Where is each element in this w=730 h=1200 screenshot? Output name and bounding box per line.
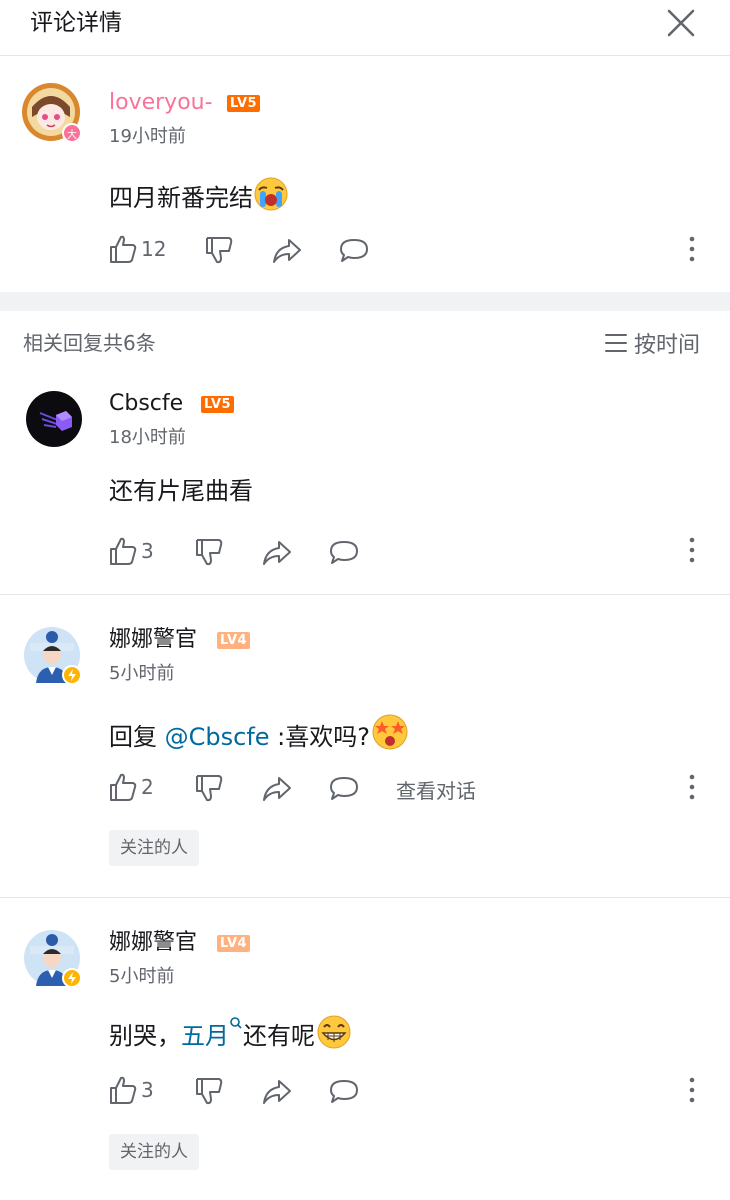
search-icon	[230, 1017, 242, 1029]
like-button[interactable]: 12	[109, 232, 166, 266]
comment-content: 四月新番完结	[109, 176, 289, 221]
header-bar: 评论详情	[0, 0, 730, 56]
reply-button[interactable]	[329, 1075, 359, 1109]
dislike-button[interactable]	[195, 772, 223, 806]
username[interactable]: 娜娜警官	[109, 626, 197, 654]
comment-bubble-icon	[330, 541, 358, 564]
share-icon	[273, 239, 301, 263]
reply-button[interactable]	[339, 234, 369, 268]
verified-badge	[62, 968, 82, 988]
level-badge: LV5	[201, 396, 235, 413]
starry-eyes-emoji-icon	[370, 713, 410, 760]
thumbs-down-icon	[196, 1078, 223, 1105]
username[interactable]: Cbscfe	[109, 390, 183, 418]
avatar[interactable]	[24, 627, 82, 685]
comment-time: 5小时前	[109, 966, 175, 987]
crying-emoji-icon	[253, 176, 289, 221]
more-vertical-icon	[689, 236, 695, 262]
keyword-text: 五月	[181, 1022, 229, 1050]
divider	[0, 897, 730, 898]
section-gap	[0, 292, 730, 311]
grin-emoji-icon	[315, 1014, 353, 1059]
lightning-icon	[68, 972, 76, 984]
reply-button[interactable]	[329, 772, 359, 806]
reply-text: :喜欢吗?	[269, 723, 370, 751]
reply-prefix: 回复	[109, 723, 165, 751]
sort-label: 按时间	[634, 333, 701, 358]
close-icon	[667, 9, 695, 37]
reply-prefix: 别哭，	[109, 1022, 181, 1050]
verified-badge	[62, 665, 82, 685]
lightning-icon	[68, 669, 76, 681]
share-button[interactable]	[262, 1075, 292, 1109]
level-badge: LV5	[227, 95, 261, 112]
reply-button[interactable]	[329, 536, 359, 570]
search-keyword-link[interactable]: 五月	[181, 1017, 243, 1050]
thumbs-up-icon	[110, 773, 137, 801]
like-count: 12	[141, 237, 167, 261]
comment-bubble-icon	[330, 777, 358, 800]
more-vertical-icon	[689, 537, 695, 563]
comment-text: 四月新番完结	[109, 184, 253, 212]
view-conversation-link[interactable]: 查看对话	[396, 772, 476, 806]
share-button[interactable]	[262, 772, 292, 806]
share-button[interactable]	[272, 234, 302, 268]
like-count: 3	[141, 539, 154, 563]
avatar[interactable]	[24, 930, 82, 988]
more-options-button[interactable]	[682, 772, 702, 802]
reply-count-label: 相关回复共6条	[23, 331, 156, 355]
level-badge: LV4	[217, 632, 251, 649]
like-button[interactable]: 3	[109, 534, 154, 568]
dislike-button[interactable]	[195, 1075, 223, 1109]
level-badge: LV4	[217, 935, 251, 952]
share-icon	[263, 1080, 291, 1104]
close-button[interactable]	[664, 6, 698, 40]
comment-time: 5小时前	[109, 663, 175, 684]
thumbs-down-icon	[196, 539, 223, 566]
comment-content: 还有片尾曲看	[109, 477, 253, 505]
divider	[0, 594, 730, 595]
share-icon	[263, 777, 291, 801]
share-button[interactable]	[262, 536, 292, 570]
comment-content: 别哭，五月 还有呢	[109, 1014, 353, 1059]
more-options-button[interactable]	[682, 234, 702, 264]
more-vertical-icon	[689, 774, 695, 800]
more-options-button[interactable]	[682, 1075, 702, 1105]
like-count: 2	[141, 775, 154, 799]
dislike-button[interactable]	[195, 536, 223, 570]
share-icon	[263, 541, 291, 565]
comment-time: 19小时前	[109, 126, 186, 147]
like-button[interactable]: 2	[109, 770, 154, 804]
username[interactable]: 娜娜警官	[109, 929, 197, 957]
following-tag: 关注的人	[109, 1134, 199, 1170]
avatar[interactable]: 大	[22, 83, 82, 143]
username[interactable]: loveryou-	[109, 89, 213, 117]
dislike-button[interactable]	[205, 234, 233, 268]
like-count: 3	[141, 1078, 154, 1102]
more-options-button[interactable]	[682, 535, 702, 565]
page-title: 评论详情	[30, 10, 122, 36]
comment-time: 18小时前	[109, 427, 186, 448]
comment-bubble-icon	[330, 1080, 358, 1103]
thumbs-down-icon	[206, 237, 233, 264]
comment-content: 回复 @Cbscfe :喜欢吗?	[109, 713, 410, 760]
avatar[interactable]	[26, 391, 82, 447]
like-button[interactable]: 3	[109, 1073, 154, 1107]
thumbs-up-icon	[110, 235, 137, 263]
thumbs-up-icon	[110, 1076, 137, 1104]
sort-lines-icon	[605, 334, 627, 352]
avatar-badge: 大	[62, 123, 82, 143]
comment-bubble-icon	[340, 239, 368, 262]
reply-text: 还有呢	[243, 1022, 315, 1050]
sort-button[interactable]: 按时间	[604, 328, 700, 358]
thumbs-down-icon	[196, 775, 223, 802]
mention-link[interactable]: @Cbscfe	[165, 723, 270, 751]
more-vertical-icon	[689, 1077, 695, 1103]
thumbs-up-icon	[110, 537, 137, 565]
following-tag: 关注的人	[109, 830, 199, 866]
